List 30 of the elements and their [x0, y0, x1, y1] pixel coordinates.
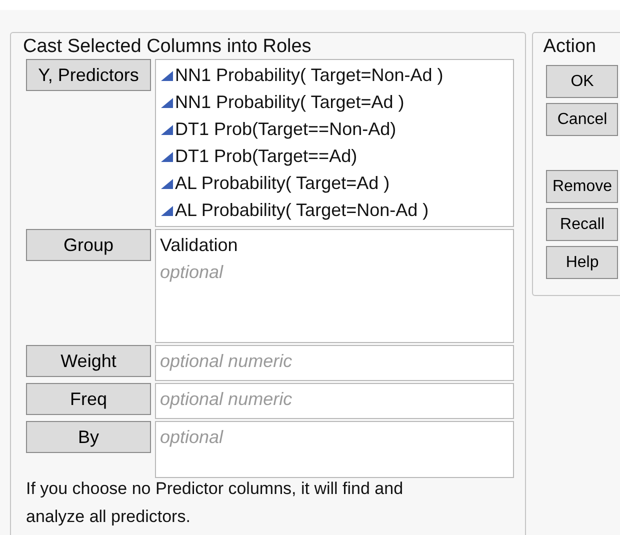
placeholder-text: optional — [160, 261, 224, 284]
triangle-icon — [160, 178, 174, 190]
role-button[interactable]: Weight — [26, 345, 151, 377]
action-button[interactable]: Recall — [546, 208, 618, 241]
column-item[interactable]: Validation — [160, 232, 510, 259]
column-item[interactable]: AL Probability( Target=Non-Ad ) — [160, 197, 510, 224]
role-button[interactable]: Y, Predictors — [26, 59, 151, 91]
role-list-box[interactable]: NN1 Probability( Target=Non-Ad ) NN1 Probability( Target=Ad ) DT1 Prob(Target==Non-Ad) DT1 Prob(Target==Ad) AL Probability( Target=Ad ) AL Probability( Target=Non-Ad ) — [155, 59, 514, 227]
placeholder-text: optional numeric — [160, 388, 294, 411]
role-button[interactable]: By — [26, 421, 151, 453]
action-button[interactable]: Cancel — [546, 103, 618, 136]
role-list-box[interactable]: Validation optional — [155, 229, 514, 343]
triangle-icon — [160, 204, 174, 216]
role-button[interactable]: Freq — [26, 383, 151, 415]
action-button[interactable]: OK — [546, 65, 618, 98]
column-item[interactable]: AL Probability( Target=Ad ) — [160, 170, 510, 197]
column-item[interactable]: DT1 Prob(Target==Ad) — [160, 143, 510, 170]
role-button[interactable]: Group — [26, 229, 151, 261]
triangle-icon — [160, 150, 174, 162]
hint-text: If you choose no Predictor columns, it will find and analyze all predictors. — [26, 478, 404, 528]
placeholder-text: optional — [160, 426, 224, 449]
action-button[interactable]: Help — [546, 246, 618, 279]
column-item[interactable]: NN1 Probability( Target=Non-Ad ) — [160, 62, 510, 89]
column-item[interactable]: DT1 Prob(Target==Non-Ad) — [160, 116, 510, 143]
column-item[interactable]: NN1 Probability( Target=Ad ) — [160, 89, 510, 116]
triangle-icon — [160, 70, 174, 82]
placeholder-text: optional numeric — [160, 350, 294, 373]
action-button[interactable]: Remove — [546, 170, 618, 203]
triangle-icon — [160, 124, 174, 136]
triangle-icon — [160, 96, 174, 108]
